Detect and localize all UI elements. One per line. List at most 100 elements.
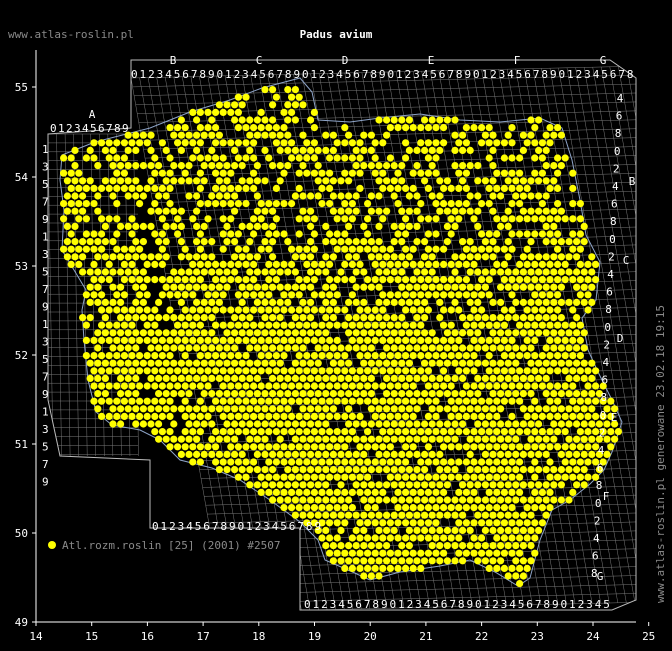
occurrence-dot	[436, 177, 444, 185]
occurrence-dot	[177, 359, 185, 367]
occurrence-dot	[573, 405, 581, 413]
occurrence-dot	[428, 374, 436, 382]
occurrence-dot	[295, 291, 303, 299]
occurrence-dot	[508, 306, 516, 314]
occurrence-dot	[474, 314, 482, 322]
occurrence-dot	[402, 458, 410, 466]
occurrence-dot	[390, 466, 398, 474]
occurrence-dot	[386, 549, 394, 557]
occurrence-dot	[299, 481, 307, 489]
grid-digit-top: 7	[618, 68, 625, 81]
occurrence-dot	[310, 458, 318, 466]
occurrence-dot	[162, 344, 170, 352]
occurrence-dot	[474, 374, 482, 382]
occurrence-dot	[447, 230, 455, 238]
occurrence-dot	[432, 549, 440, 557]
occurrence-dot	[257, 215, 265, 223]
occurrence-dot	[462, 519, 470, 527]
occurrence-dot	[481, 253, 489, 261]
occurrence-dot	[474, 329, 482, 337]
occurrence-dot	[314, 420, 322, 428]
occurrence-dot	[223, 359, 231, 367]
occurrence-dot	[436, 283, 444, 291]
occurrence-dot	[322, 526, 330, 535]
grid-digit-left: 7	[42, 458, 49, 471]
occurrence-dot	[329, 146, 337, 154]
occurrence-dot	[478, 519, 486, 527]
grid-digit-bottom: 1	[398, 598, 405, 611]
occurrence-dot	[185, 374, 193, 382]
grid-digit-left: 7	[42, 196, 49, 209]
occurrence-dot	[303, 412, 311, 420]
occurrence-dot	[147, 207, 155, 215]
occurrence-dot	[573, 450, 581, 458]
occurrence-dot	[132, 298, 140, 306]
occurrence-dot	[345, 207, 353, 215]
occurrence-dot	[341, 443, 349, 451]
occurrence-dot	[554, 230, 562, 238]
occurrence-dot	[493, 504, 501, 512]
occurrence-dot	[242, 458, 250, 466]
occurrence-dot	[276, 374, 284, 382]
occurrence-dot	[307, 511, 315, 519]
occurrence-dot	[531, 488, 539, 496]
occurrence-dot	[531, 473, 539, 481]
occurrence-dot	[459, 557, 467, 565]
occurrence-dot	[166, 306, 174, 314]
occurrence-dot	[527, 420, 535, 428]
occurrence-dot	[189, 260, 197, 268]
occurrence-dot	[117, 374, 125, 382]
occurrence-dot	[519, 405, 528, 413]
occurrence-dot	[276, 481, 284, 489]
occurrence-dot	[383, 329, 391, 337]
occurrence-dot	[371, 458, 379, 466]
occurrence-dot	[474, 542, 482, 550]
occurrence-dot	[554, 352, 562, 360]
occurrence-dot	[234, 139, 242, 147]
occurrence-dot	[345, 450, 353, 458]
occurrence-dot	[250, 458, 258, 466]
occurrence-dot	[295, 428, 303, 436]
occurrence-dot	[310, 443, 318, 451]
occurrence-dot	[326, 488, 334, 496]
occurrence-dot	[535, 374, 543, 382]
occurrence-dot	[443, 374, 451, 382]
occurrence-dot	[424, 473, 432, 481]
occurrence-dot	[402, 412, 410, 420]
occurrence-dot	[158, 230, 166, 238]
occurrence-dot	[561, 382, 569, 390]
grid-digit-top: 5	[430, 68, 437, 81]
occurrence-dot	[132, 374, 140, 382]
occurrence-dot	[424, 139, 432, 147]
occurrence-dot	[291, 268, 299, 276]
occurrence-dot	[398, 177, 406, 185]
occurrence-dot	[348, 428, 356, 436]
occurrence-dot	[185, 131, 193, 139]
occurrence-dot	[516, 321, 524, 329]
occurrence-dot	[383, 359, 391, 367]
occurrence-dot	[474, 177, 482, 185]
grid-digit-bottom-left: 1	[161, 520, 168, 533]
occurrence-dot	[531, 276, 539, 284]
grid-digit-top: 8	[456, 68, 463, 81]
occurrence-dot	[417, 519, 425, 527]
occurrence-dot	[493, 428, 501, 436]
occurrence-dot	[143, 397, 151, 405]
occurrence-dot	[261, 177, 269, 185]
occurrence-dot	[155, 253, 163, 261]
occurrence-dot	[367, 435, 375, 443]
occurrence-dot	[538, 443, 547, 451]
occurrence-dot	[500, 215, 508, 223]
occurrence-dot	[288, 397, 296, 405]
grid-letter-left: A	[89, 108, 96, 121]
occurrence-dot	[288, 139, 296, 147]
occurrence-dot	[489, 146, 497, 154]
occurrence-dot	[288, 200, 296, 208]
map-title: Padus avium	[300, 28, 373, 41]
occurrence-dot	[554, 336, 562, 344]
occurrence-dot	[371, 382, 379, 390]
occurrence-dot	[204, 108, 212, 116]
occurrence-dot	[390, 177, 398, 185]
occurrence-dot	[299, 450, 307, 458]
occurrence-dot	[428, 116, 436, 124]
